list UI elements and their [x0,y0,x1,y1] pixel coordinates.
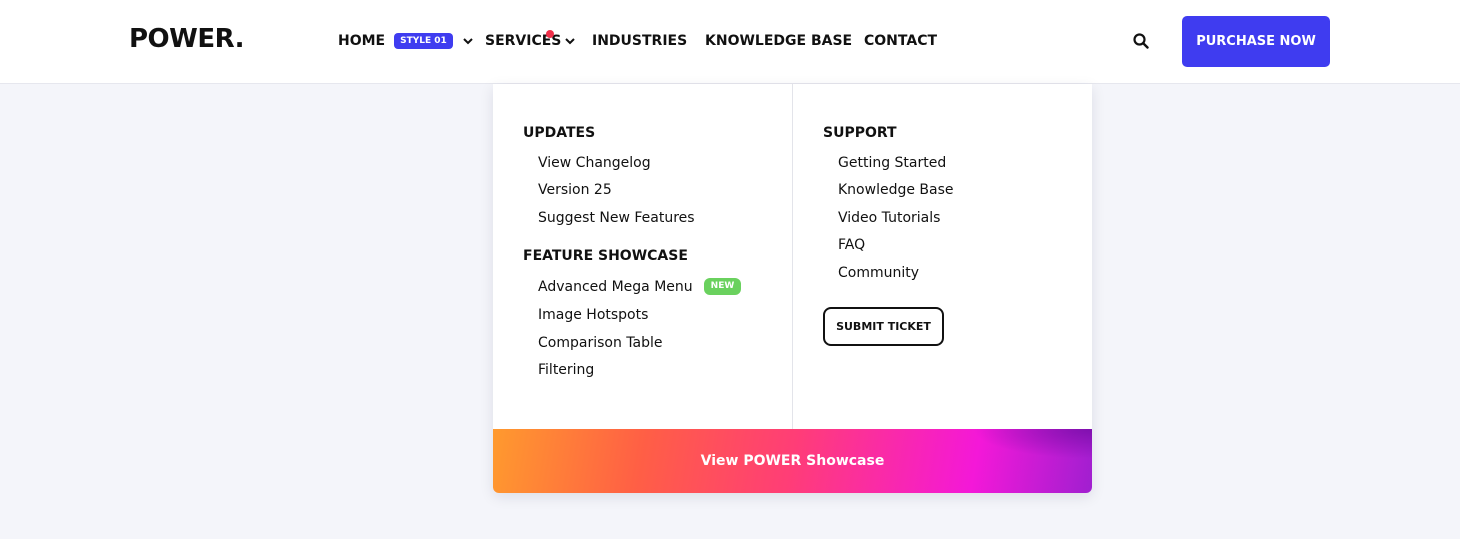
nav-industries[interactable]: INDUSTRIES [592,31,687,51]
link-comparison-table[interactable]: Comparison Table [538,335,662,351]
nav-knowledge-base[interactable]: KNOWLEDGE BASE [705,31,852,51]
link-suggest-new-features[interactable]: Suggest New Features [538,210,695,226]
chevron-down-icon[interactable] [564,35,576,47]
chevron-down-icon[interactable] [462,35,474,47]
logo[interactable]: POWER. [129,24,244,54]
updates-heading: UPDATES [523,125,596,141]
link-version-25[interactable]: Version 25 [538,182,612,198]
link-image-hotspots[interactable]: Image Hotspots [538,307,648,323]
feature-showcase-heading: FEATURE SHOWCASE [523,248,688,264]
link-advanced-mega-menu-label: Advanced Mega Menu [538,278,693,295]
new-badge: NEW [703,278,742,295]
link-view-changelog[interactable]: View Changelog [538,155,651,171]
link-advanced-mega-menu[interactable]: Advanced Mega Menu NEW [538,278,742,295]
link-community[interactable]: Community [838,265,919,281]
submit-ticket-button[interactable]: SUBMIT TICKET [823,307,944,346]
nav-industries-label: INDUSTRIES [592,33,688,49]
link-faq[interactable]: FAQ [838,237,865,253]
column-divider [792,84,793,429]
link-knowledge-base[interactable]: Knowledge Base [838,182,954,198]
nav-contact[interactable]: CONTACT [864,31,937,51]
style-badge: STYLE 01 [394,33,453,49]
nav-home[interactable]: HOME STYLE 01 [338,31,474,51]
nav-home-label: HOME [338,33,386,49]
notification-dot [546,30,554,38]
link-filtering[interactable]: Filtering [538,362,594,378]
services-mega-menu: UPDATES View Changelog Version 25 Sugges… [493,84,1092,493]
view-showcase-banner[interactable]: View POWER Showcase [493,429,1092,493]
nav-services[interactable]: SERVICES [485,31,576,51]
site-header: POWER. HOME STYLE 01 SERVICES INDUSTRIES… [0,0,1460,84]
link-getting-started[interactable]: Getting Started [838,155,946,171]
support-heading: SUPPORT [823,125,897,141]
search-icon[interactable] [1132,32,1150,50]
nav-contact-label: CONTACT [864,33,938,49]
nav-knowledge-base-label: KNOWLEDGE BASE [705,33,853,49]
link-video-tutorials[interactable]: Video Tutorials [838,210,940,226]
purchase-now-button[interactable]: PURCHASE NOW [1182,16,1330,67]
